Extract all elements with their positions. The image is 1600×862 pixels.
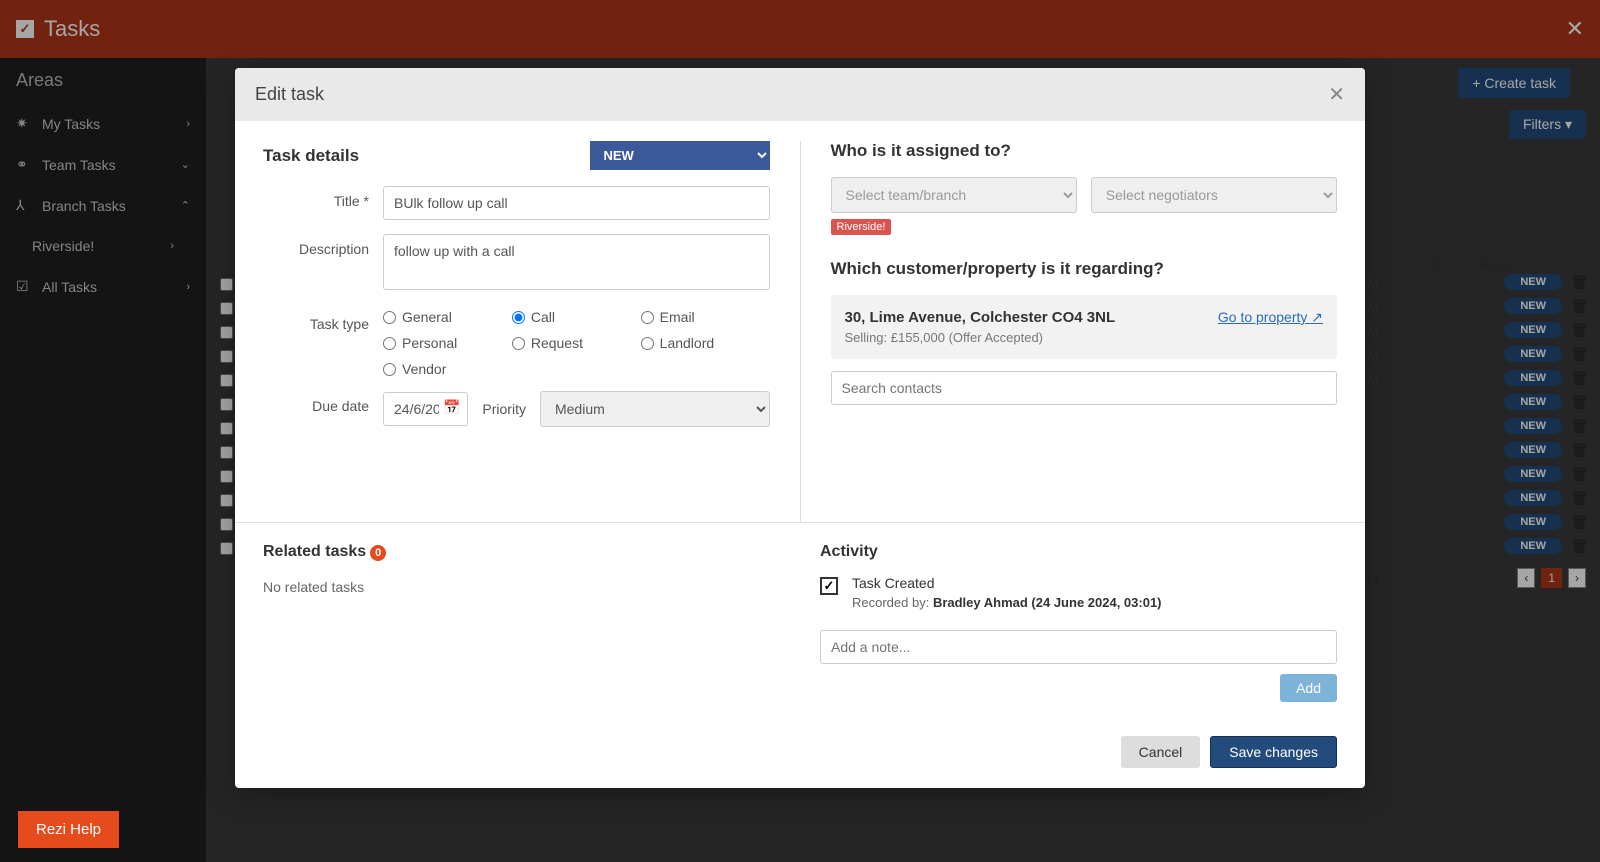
modal-close-icon[interactable]: ✕: [1328, 82, 1345, 107]
property-address: 30, Lime Avenue, Colchester CO4 3NL: [845, 309, 1116, 326]
go-to-property-link[interactable]: Go to property ↗: [1218, 309, 1323, 326]
team-branch-select[interactable]: Select team/branch: [831, 177, 1077, 213]
activity-item-title: Task Created: [852, 575, 1162, 591]
property-card: 30, Lime Avenue, Colchester CO4 3NL Sell…: [831, 295, 1338, 359]
radio-email[interactable]: Email: [641, 309, 770, 325]
activity-section: Activity Task Created Recorded by: Bradl…: [780, 543, 1337, 702]
save-changes-button[interactable]: Save changes: [1210, 736, 1337, 768]
search-contacts-input[interactable]: [831, 371, 1338, 405]
radio-request[interactable]: Request: [512, 335, 641, 351]
radio-call[interactable]: Call: [512, 309, 641, 325]
regarding-heading: Which customer/property is it regarding?: [831, 259, 1338, 279]
modal-header: Edit task ✕: [235, 68, 1365, 121]
cancel-button[interactable]: Cancel: [1121, 736, 1201, 768]
calendar-icon[interactable]: 📅: [443, 399, 460, 416]
description-field[interactable]: follow up with a call: [383, 234, 770, 290]
title-label: Title *: [263, 186, 383, 209]
check-icon: [820, 577, 838, 595]
edit-task-modal: Edit task ✕ Task details NEW Title * Des…: [235, 68, 1365, 788]
assigned-heading: Who is it assigned to?: [831, 141, 1338, 161]
modal-lower: Related tasks0 No related tasks Activity…: [235, 522, 1365, 722]
task-details-heading: Task details NEW: [263, 141, 770, 170]
negotiators-select[interactable]: Select negotiators: [1091, 177, 1337, 213]
radio-vendor[interactable]: Vendor: [383, 361, 512, 377]
rezi-help-button[interactable]: Rezi Help: [18, 811, 119, 848]
related-tasks-heading: Related tasks0: [263, 543, 780, 561]
modal-right-column: Who is it assigned to? Select team/branc…: [801, 141, 1338, 522]
add-note-input[interactable]: [820, 630, 1337, 664]
title-field[interactable]: [383, 186, 770, 220]
task-type-label: Task type: [263, 309, 383, 332]
related-count-badge: 0: [370, 545, 386, 561]
activity-heading: Activity: [820, 543, 1337, 561]
task-status-select[interactable]: NEW: [590, 141, 770, 170]
description-label: Description: [263, 234, 383, 257]
modal-left-column: Task details NEW Title * Description fol…: [263, 141, 801, 522]
due-date-label: Due date: [263, 391, 383, 414]
add-note-button[interactable]: Add: [1280, 674, 1337, 702]
activity-item-meta: Recorded by: Bradley Ahmad (24 June 2024…: [852, 595, 1162, 610]
modal-body: Task details NEW Title * Description fol…: [235, 121, 1365, 522]
modal-footer: Cancel Save changes: [235, 722, 1365, 788]
property-status: Selling: £155,000 (Offer Accepted): [845, 330, 1116, 345]
branch-tag[interactable]: Riverside!: [831, 219, 892, 235]
no-related-text: No related tasks: [263, 579, 780, 595]
radio-general[interactable]: General: [383, 309, 512, 325]
radio-landlord[interactable]: Landlord: [641, 335, 770, 351]
modal-title: Edit task: [255, 84, 324, 105]
task-type-radios: General Call Email Personal Request Land…: [383, 309, 770, 377]
activity-item: Task Created Recorded by: Bradley Ahmad …: [820, 575, 1337, 610]
priority-label: Priority: [482, 401, 526, 417]
radio-personal[interactable]: Personal: [383, 335, 512, 351]
related-tasks-section: Related tasks0 No related tasks: [263, 543, 780, 702]
priority-select[interactable]: Medium: [540, 391, 770, 427]
